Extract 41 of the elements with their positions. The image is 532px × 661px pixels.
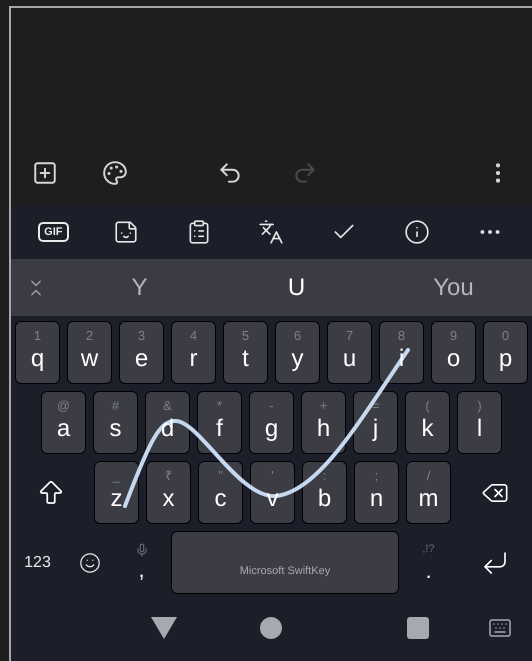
key[interactable]: : b — [302, 461, 347, 524]
key[interactable]: _ z — [94, 461, 139, 524]
back-icon[interactable] — [150, 616, 176, 638]
suggestion[interactable]: You — [375, 270, 532, 306]
space-bar[interactable]: Microsoft SwiftKey — [171, 531, 399, 594]
punctuation-hint: ,!? — [422, 542, 435, 558]
period-key[interactable]: . — [425, 558, 432, 584]
add-icon[interactable] — [32, 160, 58, 186]
key[interactable]: * f — [197, 391, 242, 454]
sticker-icon[interactable] — [113, 218, 140, 244]
palette-icon[interactable] — [102, 160, 128, 186]
suggestion[interactable]: U — [218, 270, 375, 306]
key[interactable]: @ a — [41, 391, 86, 454]
key[interactable]: 2 w — [67, 321, 112, 384]
suggestion[interactable]: Y — [61, 270, 218, 306]
key[interactable]: " c — [198, 461, 243, 524]
key[interactable]: ; n — [354, 461, 399, 524]
recents-icon[interactable] — [407, 616, 429, 638]
key[interactable]: 9 o — [431, 321, 476, 384]
key[interactable]: 3 e — [119, 321, 164, 384]
gif-button[interactable]: GIF — [38, 222, 69, 242]
numbers-key[interactable]: 123 — [24, 550, 51, 574]
key[interactable]: 7 u — [327, 321, 372, 384]
key[interactable]: ₹ x — [146, 461, 191, 524]
home-icon[interactable] — [260, 616, 282, 638]
mic-icon[interactable] — [134, 542, 148, 556]
info-icon[interactable] — [404, 218, 430, 244]
emoji-icon[interactable] — [78, 552, 100, 574]
key[interactable]: ( k — [405, 391, 450, 454]
key[interactable]: ) l — [457, 391, 502, 454]
key[interactable]: 5 t — [223, 321, 268, 384]
key[interactable]: + h — [301, 391, 346, 454]
key[interactable]: 6 y — [275, 321, 320, 384]
key[interactable]: # s — [93, 391, 138, 454]
key[interactable]: - g — [249, 391, 294, 454]
translate-icon[interactable] — [258, 218, 284, 244]
key[interactable]: 1 q — [15, 321, 60, 384]
key[interactable]: 4 r — [171, 321, 216, 384]
key[interactable]: 0 p — [483, 321, 528, 384]
key[interactable]: / m — [406, 461, 451, 524]
comma-key[interactable]: , — [138, 556, 145, 582]
